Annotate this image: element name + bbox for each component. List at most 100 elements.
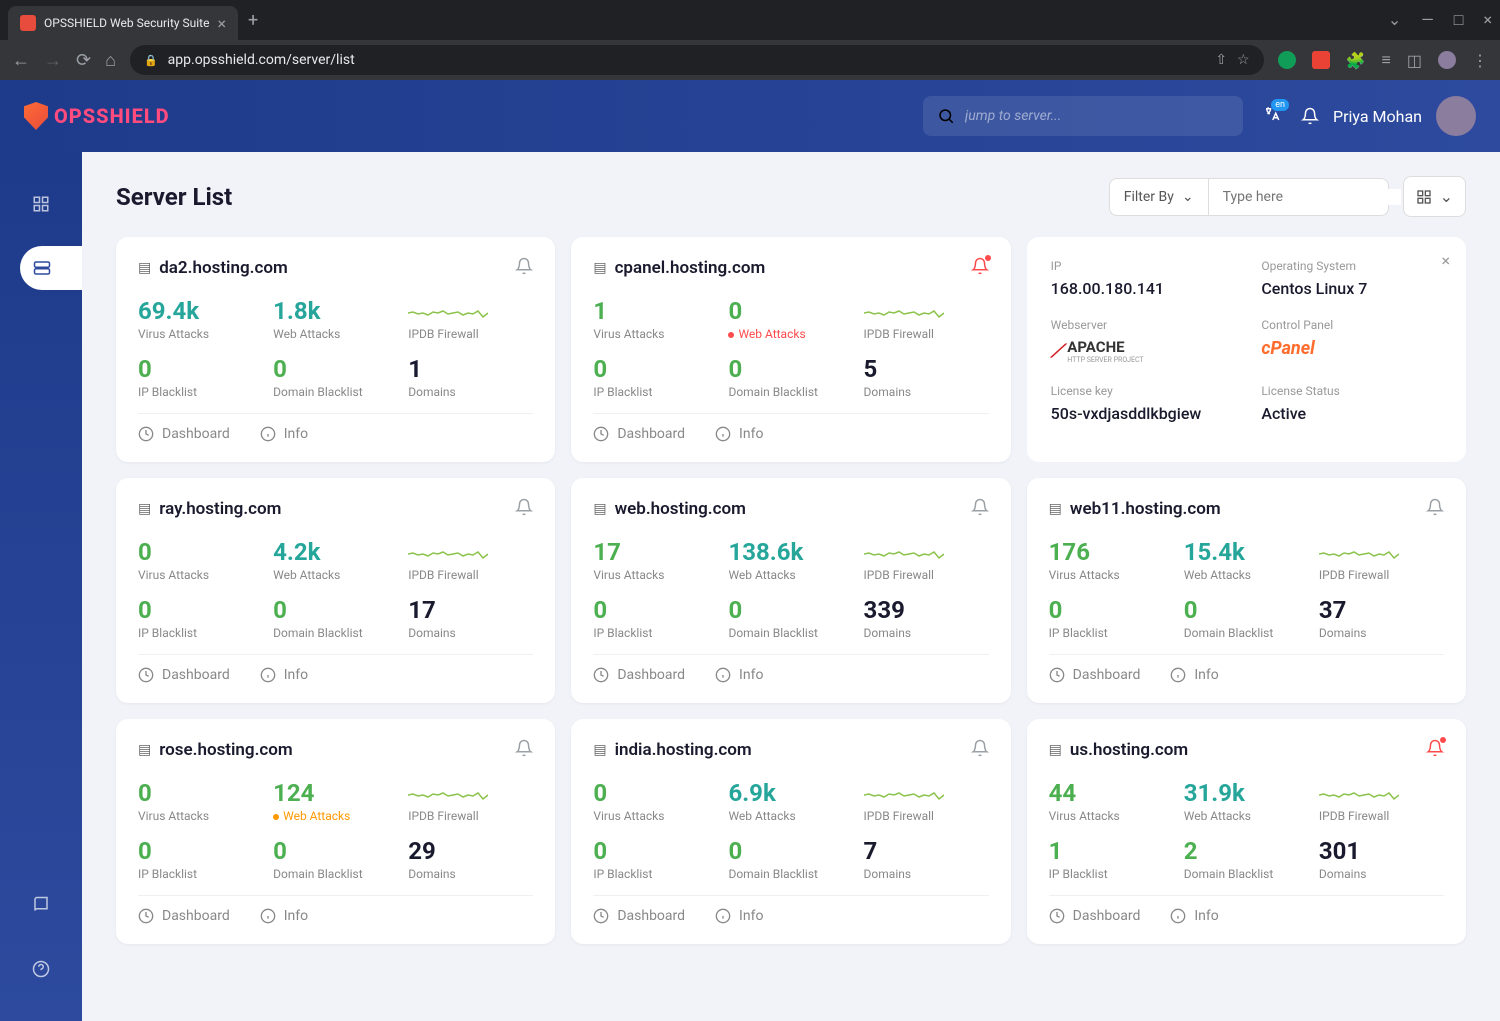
gauge-icon	[593, 426, 609, 442]
sidebar-item-dashboard[interactable]	[19, 182, 63, 226]
domain-blacklist-value: 0	[273, 596, 398, 624]
browser-tab[interactable]: OPSSHIELD Web Security Suite ×	[8, 6, 238, 40]
filter-input-wrapper	[1209, 178, 1389, 216]
web-attacks-value: 1.8k	[273, 297, 398, 325]
ip-blacklist-value: 0	[593, 355, 718, 383]
sidebar-item-servers[interactable]	[20, 246, 82, 290]
dashboard-link[interactable]: Dashboard	[1049, 908, 1141, 924]
server-icon: ▤	[1049, 501, 1062, 517]
extensions-icon[interactable]: 🧩	[1346, 51, 1366, 70]
gauge-icon	[138, 908, 154, 924]
info-link[interactable]: Info	[1170, 908, 1218, 924]
toolbar-extensions: 🧩 ≡ ◫ ⋮	[1278, 50, 1488, 70]
gauge-icon	[138, 426, 154, 442]
forward-icon[interactable]: →	[44, 50, 62, 71]
tab-close-icon[interactable]: ×	[217, 14, 226, 33]
sidebar-item-help[interactable]	[19, 947, 63, 991]
domain-blacklist-label: Domain Blacklist	[728, 867, 853, 881]
language-badge: en	[1271, 99, 1289, 111]
dashboard-link[interactable]: Dashboard	[593, 667, 685, 683]
dashboard-link[interactable]: Dashboard	[138, 426, 230, 442]
reading-list-icon[interactable]: ≡	[1382, 50, 1391, 70]
menu-icon[interactable]: ⋮	[1472, 51, 1488, 70]
dashboard-link[interactable]: Dashboard	[593, 426, 685, 442]
info-link[interactable]: Info	[715, 908, 763, 924]
info-link[interactable]: Info	[715, 426, 763, 442]
web-attacks-value: 0	[728, 297, 853, 325]
info-icon	[715, 426, 731, 442]
web-attacks-value: 124	[273, 779, 398, 807]
sidebar-item-docs[interactable]	[19, 883, 63, 927]
server-details-card: × IP 168.00.180.141 Operating System Cen…	[1027, 237, 1466, 462]
dashboard-link[interactable]: Dashboard	[593, 908, 685, 924]
search-input[interactable]	[965, 108, 1229, 124]
domain-blacklist-value: 0	[273, 355, 398, 383]
extension-icon[interactable]	[1278, 51, 1296, 69]
side-panel-icon[interactable]: ◫	[1407, 51, 1422, 70]
language-button[interactable]: en	[1263, 105, 1281, 127]
extension-icon[interactable]	[1312, 51, 1330, 69]
grid-icon	[32, 195, 50, 213]
info-link[interactable]: Info	[715, 667, 763, 683]
license-key-label: License key	[1051, 384, 1232, 398]
view-toggle[interactable]: ⌄	[1403, 176, 1466, 217]
bell-icon[interactable]	[971, 739, 989, 761]
window-controls: ⌄ — □ ×	[1388, 10, 1492, 30]
ip-blacklist-value: 0	[593, 596, 718, 624]
profile-avatar-icon[interactable]	[1438, 51, 1456, 69]
bell-icon[interactable]	[971, 498, 989, 520]
ip-blacklist-label: IP Blacklist	[138, 867, 263, 881]
sparkline	[864, 785, 989, 807]
domains-label: Domains	[408, 385, 533, 399]
domain-blacklist-label: Domain Blacklist	[273, 385, 398, 399]
virus-attacks-value: 1	[593, 297, 718, 325]
license-status-label: License Status	[1261, 384, 1442, 398]
sparkline	[864, 544, 989, 566]
header-search[interactable]	[923, 96, 1243, 136]
url-bar[interactable]: 🔒 app.opsshield.com/server/list ⇧ ☆	[130, 45, 1264, 75]
domain-blacklist-label: Domain Blacklist	[1184, 867, 1309, 881]
home-icon[interactable]: ⌂	[105, 50, 116, 71]
server-icon: ▤	[138, 742, 151, 758]
reload-icon[interactable]: ⟳	[76, 50, 91, 71]
dropdown-icon[interactable]: ⌄	[1388, 10, 1401, 30]
new-tab-button[interactable]: +	[248, 10, 258, 31]
filter-by-dropdown[interactable]: Filter By ⌄	[1109, 178, 1209, 216]
gauge-icon	[593, 908, 609, 924]
domain-blacklist-value: 0	[728, 355, 853, 383]
bell-icon[interactable]	[515, 257, 533, 279]
tab-title: OPSSHIELD Web Security Suite	[44, 16, 209, 30]
close-icon[interactable]: ×	[1441, 251, 1450, 270]
info-link[interactable]: Info	[260, 667, 308, 683]
share-icon[interactable]: ⇧	[1215, 52, 1227, 68]
bell-icon[interactable]	[1426, 498, 1444, 520]
info-link[interactable]: Info	[1170, 667, 1218, 683]
dashboard-link[interactable]: Dashboard	[138, 908, 230, 924]
close-window-icon[interactable]: ×	[1483, 10, 1492, 30]
logo[interactable]: OPSSHIELD	[24, 102, 170, 130]
domains-value: 37	[1319, 596, 1444, 624]
virus-attacks-value: 69.4k	[138, 297, 263, 325]
back-icon[interactable]: ←	[12, 50, 30, 71]
bell-icon[interactable]	[1301, 107, 1319, 125]
minimize-icon[interactable]: —	[1421, 10, 1434, 30]
dashboard-link[interactable]: Dashboard	[1049, 667, 1141, 683]
bell-icon[interactable]	[515, 739, 533, 761]
info-link[interactable]: Info	[260, 908, 308, 924]
virus-attacks-value: 0	[138, 779, 263, 807]
domain-blacklist-label: Domain Blacklist	[728, 626, 853, 640]
bell-icon[interactable]	[1426, 739, 1444, 761]
avatar[interactable]	[1436, 96, 1476, 136]
ip-blacklist-value: 0	[138, 837, 263, 865]
bell-icon[interactable]	[971, 257, 989, 279]
ipdb-firewall-label: IPDB Firewall	[864, 327, 989, 341]
ipdb-firewall-label: IPDB Firewall	[1319, 568, 1444, 582]
domains-value: 5	[864, 355, 989, 383]
star-icon[interactable]: ☆	[1237, 52, 1250, 68]
dashboard-link[interactable]: Dashboard	[138, 667, 230, 683]
filter-input[interactable]	[1223, 189, 1401, 205]
maximize-icon[interactable]: □	[1454, 10, 1464, 30]
ip-blacklist-label: IP Blacklist	[593, 626, 718, 640]
info-link[interactable]: Info	[260, 426, 308, 442]
bell-icon[interactable]	[515, 498, 533, 520]
